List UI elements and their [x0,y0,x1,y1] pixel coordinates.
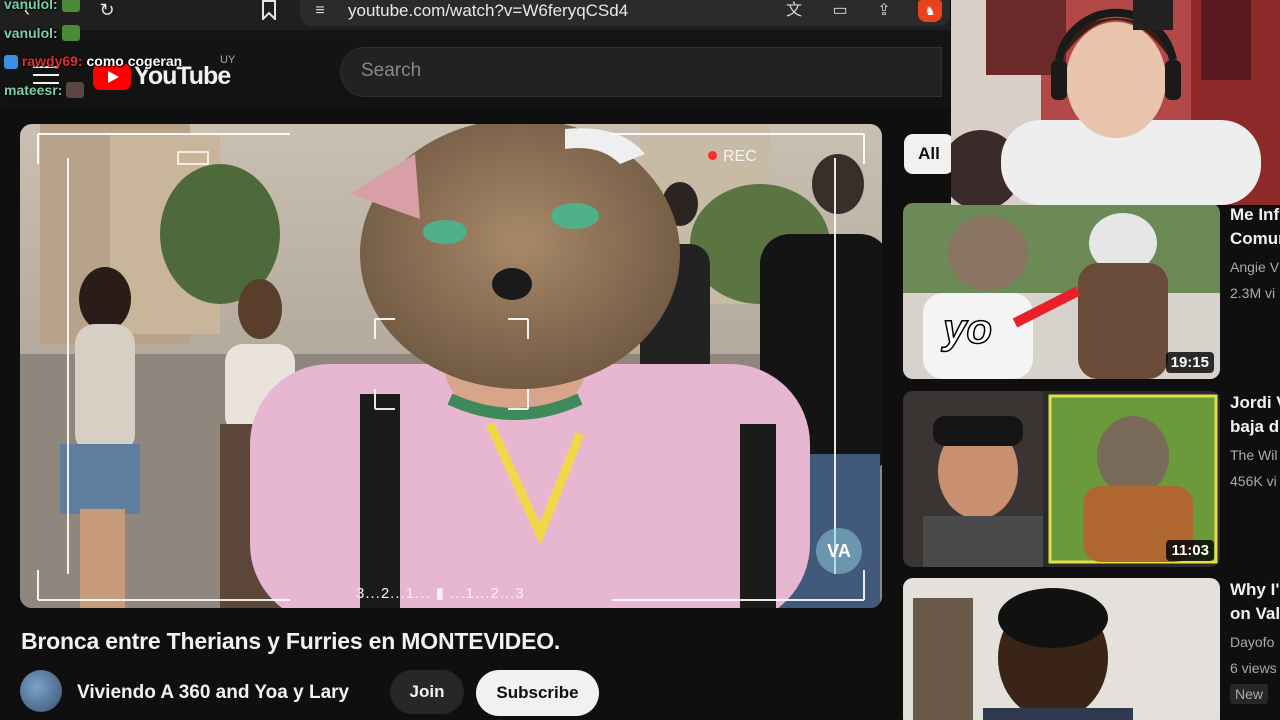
bookmark-icon [262,0,276,22]
cube-badge-icon [4,55,18,69]
thumbnail-image [903,578,1220,720]
address-bar[interactable]: ≡ youtube.com/watch?v=W6feryqCSd4 文 ▭ ⇪ [300,0,950,26]
chat-username: mateesr: [4,82,63,98]
country-code: UY [220,54,236,66]
chat-text: como cogeran [86,53,183,69]
video-duration: 19:15 [1165,352,1214,373]
chat-username: rawdy69: [21,53,83,69]
recommendation-channel[interactable]: Angie V [1230,259,1279,275]
recommendation-channel[interactable]: The Wil [1230,447,1277,463]
recommendation-views: 456K vi [1230,473,1277,489]
channel-name[interactable]: Viviendo A 360 and Yoa y Lary [77,682,349,704]
share-icon[interactable]: ⇪ [872,0,896,24]
recommendation-card[interactable]: yo 19:15 Me Inf Comun Angie V 2.3M vi [903,203,1280,379]
url-text: youtube.com/watch?v=W6feryqCSd4 [348,1,629,20]
site-settings-icon[interactable]: ≡ [308,0,332,24]
bookmark-button[interactable] [256,0,282,22]
recommendation-title[interactable]: Me Inf Comun [1230,203,1280,251]
recommendation-card[interactable]: Why I' on Val Dayofo 6 views New [903,578,1280,720]
recommendation-channel[interactable]: Dayofo [1230,634,1274,650]
recommendation-title[interactable]: Why I' on Val [1230,578,1280,626]
chat-message: mateesr: [4,82,85,98]
chat-message: vanulol: [4,0,80,12]
chat-username: vanulol: [4,0,58,12]
chat-username: vanulol: [4,25,58,41]
emote-icon [66,82,85,98]
channel-avatar[interactable] [20,670,62,712]
video-frame [20,124,882,608]
brave-shield-icon[interactable]: ♞ [918,0,942,22]
video-title: Bronca entre Therians y Furries en MONTE… [21,628,561,654]
translate-icon[interactable]: 文 [782,0,806,24]
chat-message: rawdy69: como cogeran [4,53,182,69]
search-input[interactable] [361,60,921,82]
video-thumbnail[interactable] [903,578,1220,720]
video-duration: 11:03 [1166,540,1214,561]
emote-icon [61,0,80,12]
reload-button[interactable]: ↻ [94,0,120,22]
webcam-image [951,0,1280,205]
join-button[interactable]: Join [390,670,464,714]
new-badge: New [1230,684,1269,704]
chat-message: vanulol: [4,25,80,41]
thumbnail-text: yo [941,305,992,352]
cast-icon[interactable]: ▭ [828,0,852,24]
emote-icon [61,25,80,41]
search-box[interactable] [340,47,942,97]
video-player[interactable]: REC 3...2...1... ▮ ...1...2...3 VA [20,124,882,608]
youtube-header: YouTube UY [0,30,950,108]
recommendation-views: 6 views [1230,660,1277,676]
screen: ‹ ↻ ≡ youtube.com/watch?v=W6feryqCSd4 文 … [0,0,1280,720]
streamer-webcam [951,0,1280,205]
recommendation-views: 2.3M vi [1230,285,1276,301]
recommendation-card[interactable]: 11:03 Jordi V baja d The Wil 456K vi [903,391,1280,567]
subscribe-button[interactable]: Subscribe [476,670,599,716]
browser-toolbar: ‹ ↻ ≡ youtube.com/watch?v=W6feryqCSd4 文 … [0,0,950,30]
video-thumbnail[interactable]: 11:03 [903,391,1220,567]
video-thumbnail[interactable]: yo 19:15 [903,203,1220,379]
chip-all[interactable]: All [904,134,954,174]
reload-icon: ↻ [99,0,115,20]
recommendation-title[interactable]: Jordi V baja d [1230,391,1280,439]
